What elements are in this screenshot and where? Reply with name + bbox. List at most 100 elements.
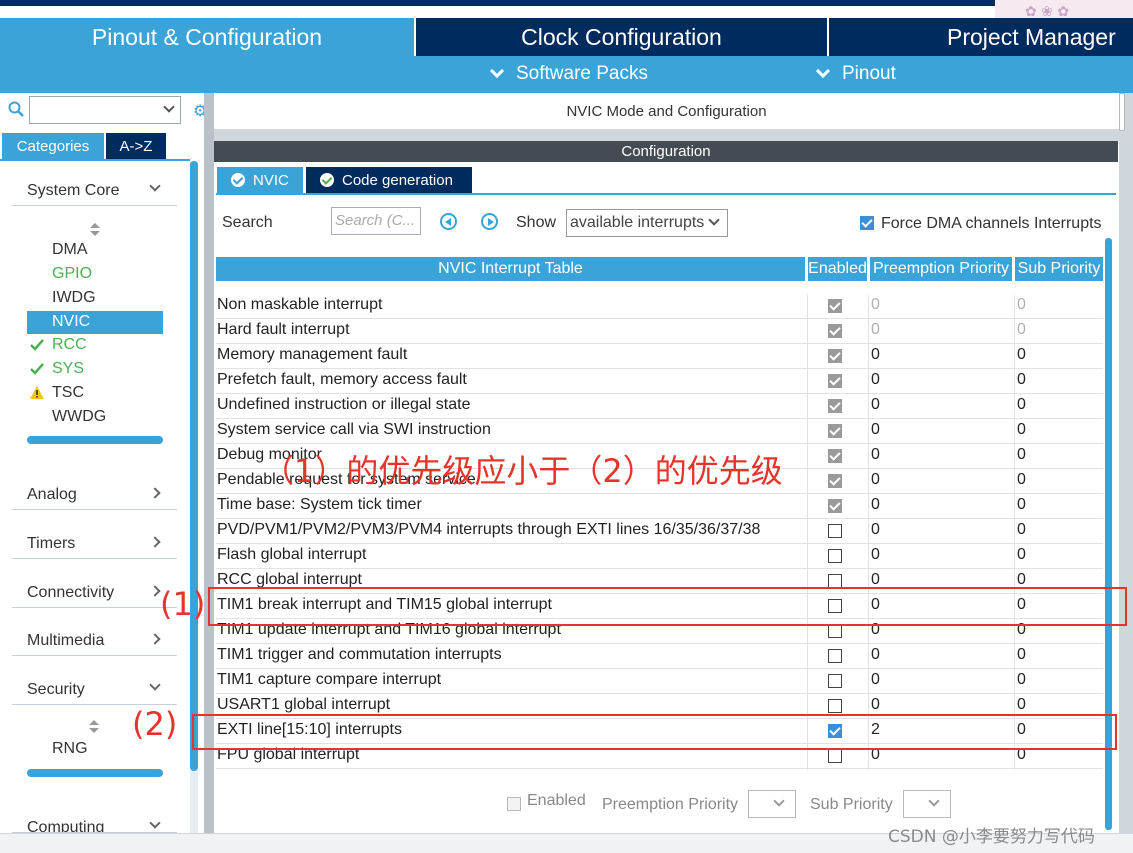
peripheral-sys[interactable]: SYS bbox=[27, 358, 163, 381]
preemption-priority-cell[interactable]: 0 bbox=[871, 546, 880, 564]
scrollbar-thumb[interactable] bbox=[190, 161, 198, 771]
preemption-priority-cell[interactable]: 0 bbox=[871, 396, 880, 414]
category-system-core[interactable]: System Core bbox=[12, 176, 177, 206]
category-label: Multimedia bbox=[27, 632, 105, 649]
table-row[interactable]: Hard fault interrupt 0 0 bbox=[216, 319, 1103, 344]
header-interrupt-table[interactable]: NVIC Interrupt Table bbox=[216, 257, 805, 281]
enabled-checkbox bbox=[828, 499, 842, 513]
tab-project-manager[interactable]: Project Manager bbox=[829, 18, 1133, 56]
sub-priority-cell[interactable]: 0 bbox=[1017, 521, 1026, 539]
category-connectivity[interactable]: Connectivity bbox=[12, 578, 177, 608]
table-row[interactable]: Memory management fault 0 0 bbox=[216, 344, 1103, 369]
sub-priority-cell[interactable]: 0 bbox=[1017, 471, 1026, 489]
sub-priority-cell[interactable]: 0 bbox=[1017, 421, 1026, 439]
sub-priority-cell[interactable]: 0 bbox=[1017, 496, 1026, 514]
peripheral-nvic[interactable]: NVIC bbox=[27, 311, 163, 334]
peripheral-gpio[interactable]: GPIO bbox=[27, 263, 163, 286]
sub-priority-cell[interactable]: 0 bbox=[1017, 321, 1026, 339]
enabled-checkbox[interactable] bbox=[828, 699, 842, 713]
enabled-checkbox[interactable] bbox=[828, 749, 842, 763]
tab-label: NVIC bbox=[253, 171, 289, 189]
scrollbar-thumb[interactable] bbox=[1119, 93, 1125, 131]
sub-priority-cell[interactable]: 0 bbox=[1017, 396, 1026, 414]
category-security[interactable]: Security bbox=[12, 675, 177, 705]
tab-nvic[interactable]: NVIC bbox=[217, 167, 303, 193]
tab-pinout-configuration[interactable]: Pinout & Configuration bbox=[0, 18, 414, 56]
preemption-priority-cell[interactable]: 0 bbox=[871, 346, 880, 364]
preemption-priority-cell[interactable]: 0 bbox=[871, 321, 880, 339]
table-row[interactable]: TIM1 capture compare interrupt 0 0 bbox=[216, 669, 1103, 694]
preemption-priority-cell[interactable]: 0 bbox=[871, 371, 880, 389]
enabled-checkbox[interactable] bbox=[828, 674, 842, 688]
tab-clock-configuration[interactable]: Clock Configuration bbox=[416, 18, 827, 56]
chevron-down-icon bbox=[163, 101, 175, 113]
sub-priority-cell[interactable]: 0 bbox=[1017, 671, 1026, 689]
category-multimedia[interactable]: Multimedia bbox=[12, 626, 177, 656]
table-row[interactable]: Time base: System tick timer 0 0 bbox=[216, 494, 1103, 519]
enabled-checkbox[interactable] bbox=[828, 574, 842, 588]
preemption-priority-cell[interactable]: 0 bbox=[871, 421, 880, 439]
header-sub-priority[interactable]: Sub Priority bbox=[1015, 257, 1103, 281]
preemption-priority-cell[interactable]: 0 bbox=[871, 696, 880, 714]
peripheral-dma[interactable]: DMA bbox=[27, 239, 163, 262]
preemption-priority-cell[interactable]: 0 bbox=[871, 296, 880, 314]
enabled-checkbox[interactable] bbox=[828, 649, 842, 663]
preemption-priority-cell[interactable]: 0 bbox=[871, 521, 880, 539]
next-result-icon[interactable] bbox=[481, 213, 498, 230]
peripheral-tsc[interactable]: TSC bbox=[27, 382, 163, 405]
bulk-sub-priority-select[interactable] bbox=[903, 790, 951, 818]
table-row[interactable]: Prefetch fault, memory access fault 0 0 bbox=[216, 369, 1103, 394]
chevron-down-icon bbox=[149, 180, 161, 192]
category-search-input[interactable] bbox=[29, 96, 181, 124]
tab-code-generation[interactable]: Code generation bbox=[306, 167, 472, 193]
tab-a-z[interactable]: A->Z bbox=[106, 133, 166, 159]
software-packs-menu[interactable]: Software Packs bbox=[489, 63, 648, 85]
search-icon[interactable] bbox=[8, 101, 24, 117]
enabled-checkbox[interactable] bbox=[828, 549, 842, 563]
category-computing[interactable]: Computing bbox=[12, 813, 177, 833]
sub-priority-cell[interactable]: 0 bbox=[1017, 346, 1026, 364]
bulk-preemption-select[interactable] bbox=[748, 790, 796, 818]
header-enabled[interactable]: Enabled bbox=[808, 257, 867, 281]
preemption-priority-cell[interactable]: 0 bbox=[871, 496, 880, 514]
bulk-enabled-checkbox[interactable] bbox=[507, 797, 521, 811]
peripheral-rcc[interactable]: RCC bbox=[27, 334, 163, 357]
sub-priority-cell[interactable]: 0 bbox=[1017, 446, 1026, 464]
preemption-priority-cell[interactable]: 0 bbox=[871, 446, 880, 464]
category-analog[interactable]: Analog bbox=[12, 480, 177, 510]
preemption-priority-cell[interactable]: 0 bbox=[871, 646, 880, 664]
sub-priority-cell[interactable]: 0 bbox=[1017, 646, 1026, 664]
show-filter-select[interactable]: available interrupts bbox=[566, 209, 728, 237]
table-row[interactable]: Flash global interrupt 0 0 bbox=[216, 544, 1103, 569]
enabled-checkbox[interactable] bbox=[828, 624, 842, 638]
table-row[interactable]: Undefined instruction or illegal state 0 0 bbox=[216, 394, 1103, 419]
chevron-right-icon bbox=[149, 585, 161, 597]
force-dma-checkbox[interactable] bbox=[860, 216, 874, 230]
header-preemption-priority[interactable]: Preemption Priority bbox=[870, 257, 1012, 281]
sort-icon[interactable] bbox=[89, 720, 99, 734]
sub-priority-cell[interactable]: 0 bbox=[1017, 371, 1026, 389]
enabled-checkbox[interactable] bbox=[828, 524, 842, 538]
table-row[interactable]: Non maskable interrupt 0 0 bbox=[216, 294, 1103, 319]
sub-priority-cell[interactable]: 0 bbox=[1017, 696, 1026, 714]
pinout-menu[interactable]: Pinout bbox=[815, 63, 896, 85]
sub-priority-cell[interactable]: 0 bbox=[1017, 546, 1026, 564]
peripheral-wwdg[interactable]: WWDG bbox=[27, 406, 163, 429]
sub-priority-cell[interactable]: 0 bbox=[1017, 296, 1026, 314]
peripheral-iwdg[interactable]: IWDG bbox=[27, 287, 163, 310]
table-row[interactable]: TIM1 trigger and commutation interrupts 0… bbox=[216, 644, 1103, 669]
category-scrollbar[interactable] bbox=[27, 769, 163, 777]
category-scrollbar[interactable] bbox=[27, 436, 163, 444]
sort-icon[interactable] bbox=[90, 223, 100, 237]
tab-categories[interactable]: Categories bbox=[2, 133, 104, 159]
table-row[interactable]: PVD/PVM1/PVM2/PVM3/PVM4 interrupts throu… bbox=[216, 519, 1103, 544]
search-input[interactable]: Search (C... bbox=[331, 207, 421, 235]
category-timers[interactable]: Timers bbox=[12, 529, 177, 559]
chevron-down-icon bbox=[773, 795, 785, 807]
preemption-priority-cell[interactable]: 0 bbox=[871, 671, 880, 689]
tab-label: Code generation bbox=[342, 171, 453, 189]
preemption-priority-cell[interactable]: 0 bbox=[871, 471, 880, 489]
table-row[interactable]: System service call via SWI instruction 0… bbox=[216, 419, 1103, 444]
previous-result-icon[interactable] bbox=[440, 213, 457, 230]
chevron-down-icon bbox=[708, 214, 720, 226]
